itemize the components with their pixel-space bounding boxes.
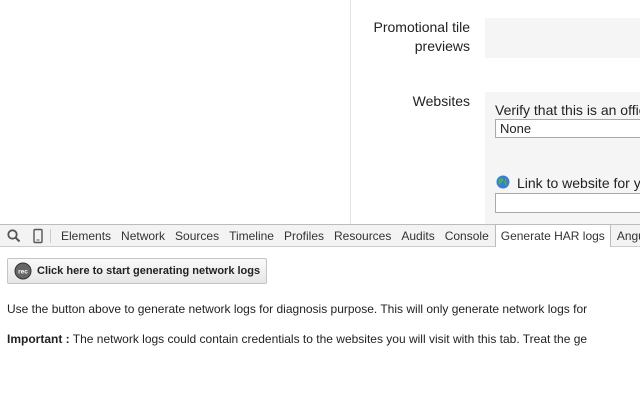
record-icon: rec	[14, 262, 32, 280]
tab-console[interactable]: Console	[440, 225, 494, 247]
link-to-website-label: Link to website for yo	[517, 175, 640, 191]
websites-label: Websites	[412, 93, 470, 109]
important-notice: Important : The network logs could conta…	[7, 332, 587, 346]
globe-icon	[496, 175, 510, 189]
devtools-toolbar: Elements Network Sources Timeline Profil…	[0, 224, 640, 247]
toolbar-separator	[50, 229, 51, 243]
start-network-logs-label: Click here to start generating network l…	[37, 265, 261, 277]
important-text: The network logs could contain credentia…	[69, 332, 588, 346]
start-network-logs-button[interactable]: rec Click here to start generating netwo…	[7, 258, 267, 284]
web-page: Promotional tile previews Websites Verif…	[0, 0, 640, 224]
record-icon-text: rec	[18, 269, 28, 276]
tab-sources[interactable]: Sources	[170, 225, 224, 247]
tab-network[interactable]: Network	[116, 225, 170, 247]
har-logs-panel: rec Click here to start generating netwo…	[0, 247, 640, 400]
tab-timeline[interactable]: Timeline	[224, 225, 279, 247]
tab-resources[interactable]: Resources	[329, 225, 396, 247]
tab-audits[interactable]: Audits	[396, 225, 439, 247]
tab-elements[interactable]: Elements	[56, 225, 116, 247]
info-text: Use the button above to generate network…	[7, 302, 588, 316]
website-select[interactable]: None	[495, 119, 640, 138]
website-url-input[interactable]	[495, 193, 640, 213]
tab-generate-har-logs[interactable]: Generate HAR logs	[494, 225, 611, 247]
promotional-tile-label: Promotional tile previews	[373, 19, 471, 54]
important-label: Important :	[7, 332, 70, 346]
verify-text: Verify that this is an offic	[495, 102, 640, 118]
tab-angular[interactable]: Angul	[612, 225, 640, 247]
tab-profiles[interactable]: Profiles	[279, 225, 329, 247]
devtools-tabs: Elements Network Sources Timeline Profil…	[56, 225, 640, 247]
promotional-tile-previews-area	[485, 18, 640, 58]
device-mode-icon[interactable]	[30, 228, 46, 244]
search-icon[interactable]	[6, 228, 22, 244]
